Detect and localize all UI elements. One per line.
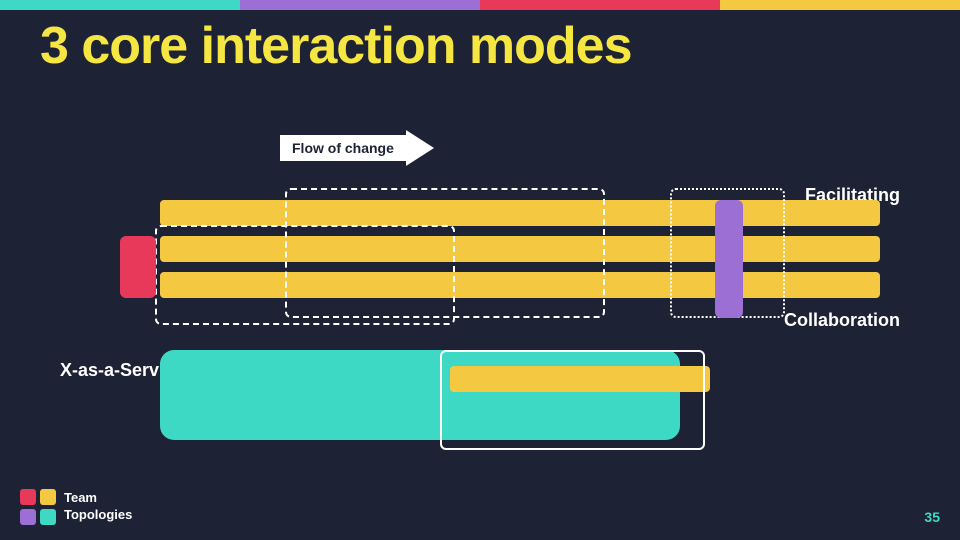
- slide-number: 35: [924, 509, 940, 525]
- flow-of-change-label: Flow of change: [280, 135, 406, 161]
- collaboration-label: Collaboration: [784, 310, 900, 331]
- diagram-area: Flow of change Facilitating Collaboratio…: [60, 130, 900, 480]
- logo-icon: [20, 489, 56, 525]
- flow-arrow-icon: [406, 130, 434, 166]
- team-topologies-logo: Team Topologies: [20, 489, 132, 525]
- logo-text: Team Topologies: [64, 490, 132, 524]
- middle-dashed-box: [285, 188, 605, 318]
- flow-arrow-container: Flow of change: [280, 130, 434, 166]
- page-title: 3 core interaction modes: [40, 18, 632, 75]
- xaas-red-square: [120, 236, 156, 298]
- facilitating-purple-rect: [715, 200, 743, 318]
- top-bar-teal: [0, 0, 240, 10]
- top-bar-yellow: [720, 0, 960, 10]
- collaboration-white-box: [440, 350, 705, 450]
- top-color-bar: [0, 0, 960, 10]
- top-bar-red: [480, 0, 720, 10]
- top-bar-purple: [240, 0, 480, 10]
